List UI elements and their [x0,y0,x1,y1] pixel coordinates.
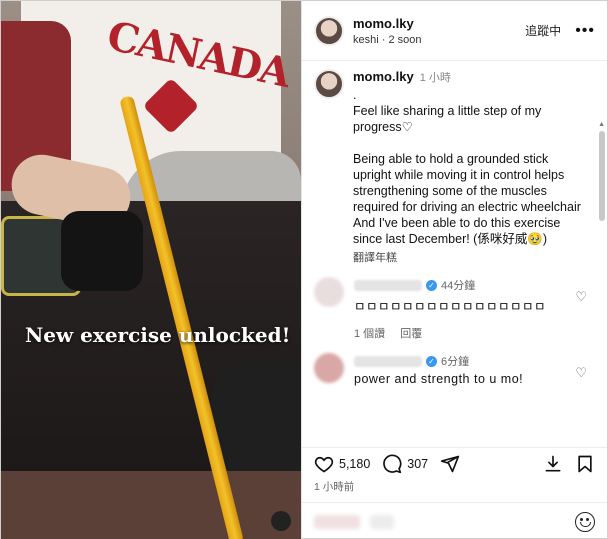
add-comment-placeholder-extra [370,514,394,529]
comments-count[interactable]: 307 [407,457,428,471]
comment-item: ✓ 6分鐘 power and strength to u mo! ♡ [314,353,593,386]
commenter-avatar[interactable] [314,353,344,383]
comment-body: ✓ 6分鐘 power and strength to u mo! [354,353,523,386]
comment-action[interactable]: 307 [382,454,428,474]
post-date: 1 小時前 [314,481,355,493]
caption-text: . Feel like sharing a little step of my … [353,88,581,246]
verified-icon: ✓ [426,279,437,291]
comment-heart-icon[interactable]: ♡ [575,289,587,305]
comment-text: power and strength to u mo! [354,372,524,386]
commenter-username[interactable] [354,279,422,291]
comment-text: ㅁㅁㅁㅁㅁㅁㅁㅁㅁㅁㅁㅁㅁㅁㅁㅁ [354,300,547,314]
media-caption: New exercise unlocked! [25,323,291,347]
glove-shape [61,211,143,291]
comment-time: 6分鐘 [441,356,470,368]
caption-body: momo.lky 1 小時 . Feel like sharing a littl… [353,69,585,265]
scrollbar-thumb[interactable] [599,131,605,221]
add-comment-bar[interactable] [302,502,607,539]
author-avatar[interactable] [314,15,344,46]
floor-shape [1,471,301,539]
more-icon[interactable]: ••• [575,22,595,40]
post-actions: 5,180 307 [302,447,607,479]
share-icon[interactable] [440,454,460,474]
comment-actions: 1 個讚 回覆 [354,325,546,341]
caption-time: 1 小時 [419,72,451,84]
translate-link[interactable]: 翻譯年糕 [353,249,585,265]
scroll-up-icon[interactable]: ▲ [598,121,605,128]
comment-heart-icon[interactable]: ♡ [575,365,587,381]
author-username[interactable]: momo.lky [353,16,525,31]
likes-count[interactable]: 5,180 [339,457,370,471]
comment-time: 44分鐘 [441,280,476,292]
comment-header: ✓ 44分鐘 [354,277,546,293]
caption-header: momo.lky 1 小時 [353,69,585,85]
emoji-icon[interactable] [575,511,595,532]
author-info: momo.lky keshi · 2 soon [353,16,525,46]
audio-subtitle[interactable]: keshi · 2 soon [353,34,525,46]
like-action[interactable]: 5,180 [314,454,370,474]
post-window: CANADA New exercise unlocked! momo.lky k… [0,0,608,539]
heart-icon[interactable] [314,454,334,474]
bookmark-icon[interactable] [575,454,595,474]
caption-block: momo.lky 1 小時 . Feel like sharing a littl… [314,69,593,265]
comment-icon[interactable] [382,454,402,474]
save-action[interactable] [575,454,595,474]
caption-username[interactable]: momo.lky [353,69,414,84]
add-comment-placeholder[interactable] [314,514,360,529]
share-action[interactable] [440,454,460,474]
post-media[interactable]: CANADA New exercise unlocked! [1,1,301,539]
post-panel: momo.lky keshi · 2 soon 追蹤中 ••• ▲ momo.l… [301,1,607,539]
comment-body: ✓ 44分鐘 ㅁㅁㅁㅁㅁㅁㅁㅁㅁㅁㅁㅁㅁㅁㅁㅁ 1 個讚 回覆 [354,277,546,341]
comment-item: ✓ 44分鐘 ㅁㅁㅁㅁㅁㅁㅁㅁㅁㅁㅁㅁㅁㅁㅁㅁ 1 個讚 回覆 ♡ [314,277,593,341]
comments-scroll[interactable]: ▲ momo.lky 1 小時 . Feel like sharing a lit… [302,61,607,447]
verified-icon: ✓ [426,355,437,367]
commenter-username[interactable] [354,355,422,367]
following-button[interactable]: 追蹤中 [525,22,561,39]
download-icon[interactable] [543,454,563,474]
media-badge-icon [271,511,291,531]
post-header: momo.lky keshi · 2 soon 追蹤中 ••• [302,1,607,61]
download-action[interactable] [543,454,563,474]
reply-button[interactable]: 回覆 [400,328,422,340]
comment-likes[interactable]: 1 個讚 [354,328,385,340]
caption-author-avatar[interactable] [314,69,344,99]
commenter-avatar[interactable] [314,277,344,307]
comment-header: ✓ 6分鐘 [354,353,523,369]
